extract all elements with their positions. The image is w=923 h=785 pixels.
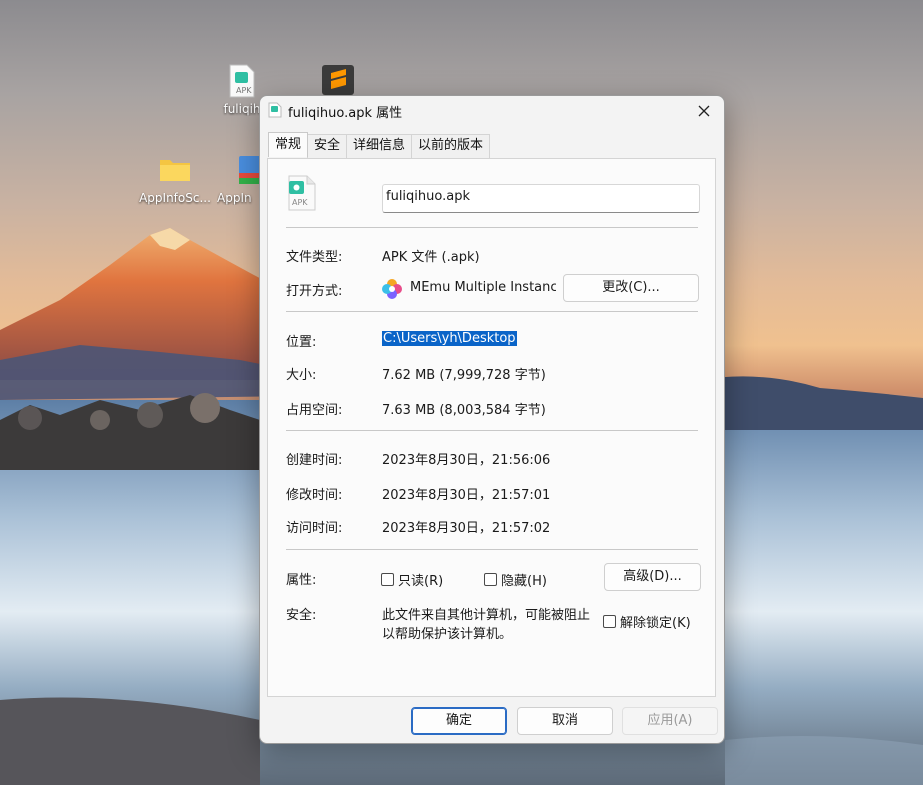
security-label: 安全: [286, 608, 317, 623]
size-value: 7.62 MB (7,999,728 字节) [382, 368, 546, 383]
file-type-label: 文件类型: [286, 250, 343, 265]
attributes-label: 属性: [286, 573, 317, 588]
separator [286, 549, 698, 550]
hidden-label: 隐藏(H) [501, 574, 547, 589]
memu-app-icon [382, 279, 402, 299]
file-icon-text: APK [292, 198, 308, 207]
size-label: 大小: [286, 368, 317, 383]
readonly-checkbox[interactable]: 只读(R) [381, 570, 443, 589]
desktop-icon-folder[interactable]: AppInfoSc... [130, 155, 220, 205]
readonly-label: 只读(R) [398, 574, 444, 589]
modified-label: 修改时间: [286, 488, 343, 503]
desktop-icon-label: AppInfoSc... [139, 191, 211, 205]
location-value[interactable]: C:\Users\yh\Desktop [382, 331, 517, 346]
checkbox-box[interactable] [603, 615, 616, 628]
properties-dialog: fuliqihuo.apk 属性 常规 安全 详细信息 以前的版本 APK fu… [259, 95, 725, 744]
change-button[interactable]: 更改(C)... [563, 274, 699, 302]
tab-strip: 常规 安全 详细信息 以前的版本 [268, 132, 491, 158]
hidden-checkbox[interactable]: 隐藏(H) [484, 570, 547, 589]
dialog-title: fuliqihuo.apk 属性 [288, 106, 403, 121]
file-name-input[interactable]: fuliqihuo.apk [382, 184, 700, 213]
svg-text:APK: APK [236, 86, 252, 95]
tab-previous-versions[interactable]: 以前的版本 [411, 134, 491, 158]
close-icon [698, 105, 710, 117]
advanced-button[interactable]: 高级(D)... [604, 563, 701, 591]
created-value: 2023年8月30日，21:56:06 [382, 453, 551, 468]
desktop-icon-label: AppIn [217, 191, 252, 205]
tab-security[interactable]: 安全 [307, 134, 348, 158]
accessed-value: 2023年8月30日，21:57:02 [382, 521, 551, 536]
apk-file-icon: APK [229, 64, 255, 98]
ok-button[interactable]: 确定 [411, 707, 507, 735]
separator [286, 311, 698, 312]
checkbox-box[interactable] [381, 573, 394, 586]
security-text-line2: 以帮助保护该计算机。 [382, 627, 513, 642]
cancel-button[interactable]: 取消 [517, 707, 613, 735]
desktop-icon-archive[interactable]: AppIn [217, 155, 262, 205]
apply-button[interactable]: 应用(A) [622, 707, 718, 735]
checkbox-box[interactable] [484, 573, 497, 586]
modified-value: 2023年8月30日，21:57:01 [382, 488, 551, 503]
disk-size-label: 占用空间: [286, 403, 343, 418]
file-type-value: APK 文件 (.apk) [382, 250, 480, 265]
created-label: 创建时间: [286, 453, 343, 468]
location-label: 位置: [286, 335, 317, 350]
apk-file-icon [268, 102, 282, 118]
separator [286, 430, 698, 431]
unblock-label: 解除锁定(K) [620, 616, 691, 631]
separator [286, 227, 698, 228]
tab-general[interactable]: 常规 [268, 132, 309, 157]
title-bar[interactable]: fuliqihuo.apk 属性 [260, 96, 724, 126]
location-text[interactable]: C:\Users\yh\Desktop [382, 331, 517, 346]
close-button[interactable] [684, 96, 724, 126]
security-text-line1: 此文件来自其他计算机，可能被阻止 [382, 608, 591, 623]
accessed-label: 访问时间: [286, 521, 343, 536]
unblock-checkbox[interactable]: 解除锁定(K) [603, 612, 691, 631]
open-with-label: 打开方式: [286, 284, 343, 299]
sublime-text-icon [322, 65, 354, 95]
disk-size-value: 7.63 MB (8,003,584 字节) [382, 403, 546, 418]
general-tab-panel: APK fuliqihuo.apk 文件类型: APK 文件 (.apk) 打开… [267, 158, 716, 697]
open-with-value: MEmu Multiple Instanc [410, 280, 556, 295]
apk-file-icon: APK [288, 175, 316, 211]
folder-icon [160, 160, 190, 181]
tab-details[interactable]: 详细信息 [346, 134, 413, 158]
